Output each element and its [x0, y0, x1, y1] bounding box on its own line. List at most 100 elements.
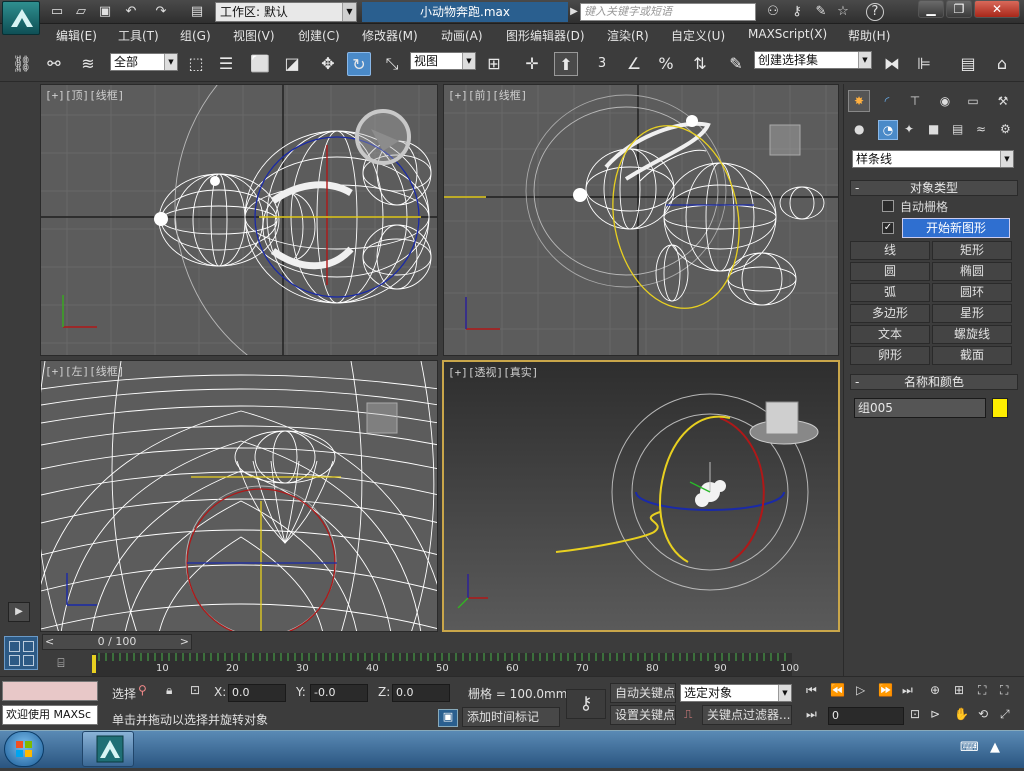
category-dropdown[interactable]: 样条线 ▼ [852, 150, 1014, 168]
maxscript-listener-pink[interactable] [2, 681, 98, 701]
motion-tab-icon[interactable]: ◉ [934, 90, 956, 112]
edit-named-selection-icon[interactable]: ✎ [724, 52, 748, 76]
help-icon[interactable]: ? [866, 3, 884, 21]
angle-snap-icon[interactable]: ∠ [622, 52, 646, 76]
viewport-top[interactable]: [+][顶][线框] [40, 84, 438, 356]
go-to-end-icon[interactable]: ⏭ [902, 683, 913, 698]
lock-icon[interactable]: 🔒︎ [166, 683, 172, 698]
project-folder-icon[interactable]: ▤ [188, 3, 206, 21]
binoculars-icon[interactable]: ⚇ [764, 3, 782, 21]
shape-button-rectangle[interactable]: 矩形 [932, 241, 1012, 260]
name-color-rollout[interactable]: - 名称和颜色 [850, 374, 1018, 390]
utilities-tab-icon[interactable]: ⚒ [992, 90, 1014, 112]
zoom-icon[interactable]: ⊕ [930, 683, 940, 697]
communication-icon[interactable]: ✎ [812, 3, 830, 21]
z-coordinate-field[interactable]: 0.0 [392, 684, 450, 702]
start-new-shape-button[interactable]: 开始新图形 [902, 218, 1010, 238]
maximize-button[interactable]: ❐ [946, 0, 972, 18]
play-icon[interactable]: ▷ [856, 683, 865, 697]
go-to-start-icon[interactable]: ⏮ [806, 683, 817, 698]
viewport-perspective[interactable]: [+][透视][真实] [442, 360, 840, 632]
time-tag-icon[interactable]: ▣ [438, 709, 458, 727]
menu-rendering[interactable]: 渲染(R) [607, 27, 649, 44]
shape-button-ngon[interactable]: 多边形 [850, 304, 930, 323]
menu-create[interactable]: 创建(C) [298, 27, 340, 44]
menu-edit[interactable]: 编辑(E) [56, 27, 97, 44]
search-input[interactable]: 键入关键字或短语 [580, 3, 756, 21]
object-color-swatch[interactable] [992, 398, 1008, 418]
cameras-icon[interactable]: ■ [928, 122, 939, 136]
render-setup-icon[interactable]: ⌂ [990, 52, 1014, 76]
select-manipulate-icon[interactable]: ✛ [520, 52, 544, 76]
field-of-view-icon[interactable]: ⊳ [930, 707, 940, 721]
shape-button-ellipse[interactable]: 椭圆 [932, 262, 1012, 281]
zoom-extents-all-icon[interactable]: ⛶ [1000, 683, 1008, 698]
modify-tab-icon[interactable]: ◜ [876, 90, 898, 112]
window-crossing-icon[interactable]: ◪ [280, 52, 304, 76]
key-icon[interactable]: ⚷ [788, 3, 806, 21]
menu-modifiers[interactable]: 修改器(M) [362, 27, 418, 44]
maximize-viewport-icon[interactable]: ⤢ [1000, 707, 1010, 722]
workspace-dropdown[interactable]: 工作区: 默认 ▼ [215, 2, 357, 22]
selection-filter-dropdown[interactable]: 全部 ▼ [110, 53, 178, 71]
helpers-icon[interactable]: ▤ [952, 122, 963, 136]
time-ruler[interactable]: 10 20 30 40 50 60 70 80 90 100 [92, 653, 799, 677]
layer-manager-icon[interactable]: ▤ [956, 52, 980, 76]
space-warps-icon[interactable]: ≈ [976, 122, 986, 136]
key-filters-button[interactable]: 关键点过滤器... [702, 705, 792, 725]
spinner-snap-icon[interactable]: ⇅ [688, 52, 712, 76]
menu-customize[interactable]: 自定义(U) [671, 27, 725, 44]
object-name-field[interactable]: 组005 [854, 398, 986, 418]
zoom-extents-icon[interactable]: ⛶ [978, 683, 986, 698]
align-icon[interactable]: ⊫ [912, 52, 936, 76]
close-button[interactable]: ✕ [974, 0, 1020, 18]
viewport-label[interactable]: [+][左][线框] [45, 363, 124, 379]
redo-icon[interactable]: ↷ [152, 3, 170, 21]
lights-icon[interactable]: ✦ [904, 122, 914, 136]
menu-graph-editors[interactable]: 图形编辑器(D) [506, 27, 585, 44]
select-move-icon[interactable]: ✥ [316, 52, 340, 76]
reference-coordinate-dropdown[interactable]: 视图 ▼ [410, 52, 476, 70]
auto-grid-checkbox[interactable] [882, 200, 894, 212]
app-logo-button[interactable] [2, 1, 40, 35]
viewport-layout-icon[interactable] [4, 636, 38, 670]
shape-button-arc[interactable]: 弧 [850, 283, 930, 302]
display-tab-icon[interactable]: ▭ [962, 90, 984, 112]
viewport-label[interactable]: [+][透视][真实] [448, 364, 538, 380]
mirror-icon[interactable]: ⧓ [880, 52, 904, 76]
menu-group[interactable]: 组(G) [180, 27, 211, 44]
start-button[interactable] [4, 731, 44, 767]
link-icon[interactable]: ⛓ [10, 52, 34, 76]
select-scale-icon[interactable]: ⤡ [380, 52, 404, 76]
set-key-button[interactable]: 设置关键点 [610, 705, 676, 725]
shape-button-line[interactable]: 线 [850, 241, 930, 260]
maxscript-listener-white[interactable]: 欢迎使用 MAXSc [2, 705, 98, 725]
isolate-icon[interactable]: ⚲ [138, 683, 147, 697]
hierarchy-tab-icon[interactable]: ⊤ [904, 90, 926, 112]
start-new-shape-checkbox[interactable]: ✓ [882, 222, 894, 234]
pivot-center-icon[interactable]: ⊞ [482, 52, 506, 76]
set-key-icon[interactable]: ⚷ [566, 689, 606, 719]
keyboard-icon[interactable]: ⌨ [960, 740, 979, 755]
shape-button-donut[interactable]: 圆环 [932, 283, 1012, 302]
time-config-icon[interactable]: ⊡ [910, 707, 920, 721]
percent-snap-icon[interactable]: % [654, 52, 678, 76]
bind-space-warp-icon[interactable]: ≋ [76, 52, 100, 76]
create-tab-icon[interactable]: ✸ [848, 90, 870, 112]
y-coordinate-field[interactable]: -0.0 [310, 684, 368, 702]
minimize-button[interactable]: ▁ [918, 0, 944, 18]
viewport-label[interactable]: [+][顶][线框] [45, 87, 124, 103]
shape-button-star[interactable]: 星形 [932, 304, 1012, 323]
select-rotate-icon[interactable]: ↻ [347, 52, 371, 76]
menu-help[interactable]: 帮助(H) [848, 27, 890, 44]
shape-button-helix[interactable]: 螺旋线 [932, 325, 1012, 344]
rectangular-selection-icon[interactable]: ⬜ [248, 52, 272, 76]
unlink-icon[interactable]: ⚯ [42, 52, 66, 76]
viewport-left[interactable]: [+][左][线框] [40, 360, 438, 632]
absolute-mode-icon[interactable]: ⊡ [190, 683, 200, 697]
viewport-front[interactable]: [+][前][线框] [443, 84, 839, 356]
save-icon[interactable]: ▣ [96, 3, 114, 21]
select-by-name-icon[interactable]: ☰ [214, 52, 238, 76]
key-mode-dropdown[interactable]: 选定对象 ▼ [680, 684, 792, 702]
select-object-icon[interactable]: ⬚ [184, 52, 208, 76]
